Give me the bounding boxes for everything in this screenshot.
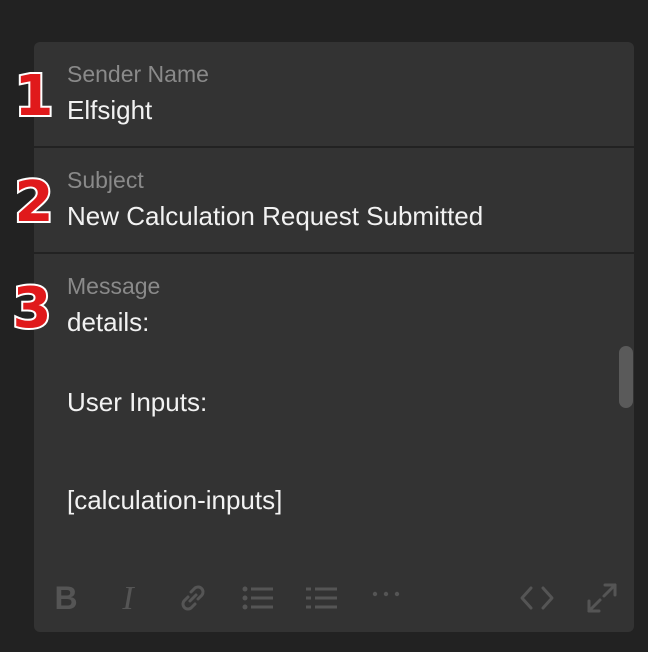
sender-name-label: Sender Name bbox=[67, 61, 209, 87]
svg-text:2: 2 bbox=[15, 170, 53, 229]
message-line[interactable]: [calculation-inputs] bbox=[67, 485, 282, 516]
step-number-badge: 3 bbox=[11, 275, 51, 335]
step-number-badge: 2 bbox=[13, 169, 53, 229]
sender-name-value[interactable]: Elfsight bbox=[67, 95, 152, 126]
svg-text:3: 3 bbox=[13, 276, 51, 335]
italic-icon[interactable]: I bbox=[110, 580, 146, 616]
svg-text:B: B bbox=[54, 580, 77, 616]
numbered-list-icon[interactable] bbox=[304, 580, 340, 616]
message-label: Message bbox=[67, 273, 161, 299]
link-icon[interactable] bbox=[175, 580, 211, 616]
code-icon[interactable] bbox=[519, 580, 555, 616]
message-scrollbar[interactable] bbox=[619, 346, 633, 408]
editor-toolbar: B I bbox=[34, 572, 634, 622]
message-field[interactable]: Message details: User Inputs: [calculati… bbox=[34, 254, 634, 572]
message-line[interactable]: details: bbox=[67, 307, 149, 338]
more-icon[interactable] bbox=[368, 580, 404, 616]
sender-name-field[interactable]: Sender Name Elfsight bbox=[34, 42, 634, 146]
subject-field[interactable]: Subject New Calculation Request Submitte… bbox=[34, 148, 634, 252]
email-settings-panel: Sender Name Elfsight Subject New Calcula… bbox=[34, 42, 634, 632]
svg-text:I: I bbox=[121, 580, 135, 616]
fullscreen-icon[interactable] bbox=[584, 580, 620, 616]
bold-icon[interactable]: B bbox=[48, 580, 84, 616]
step-number-badge: 1 bbox=[13, 63, 53, 123]
svg-text:1: 1 bbox=[15, 64, 53, 123]
message-line[interactable]: User Inputs: bbox=[67, 387, 207, 418]
bulleted-list-icon[interactable] bbox=[240, 580, 276, 616]
subject-value[interactable]: New Calculation Request Submitted bbox=[67, 201, 483, 232]
subject-label: Subject bbox=[67, 167, 144, 193]
